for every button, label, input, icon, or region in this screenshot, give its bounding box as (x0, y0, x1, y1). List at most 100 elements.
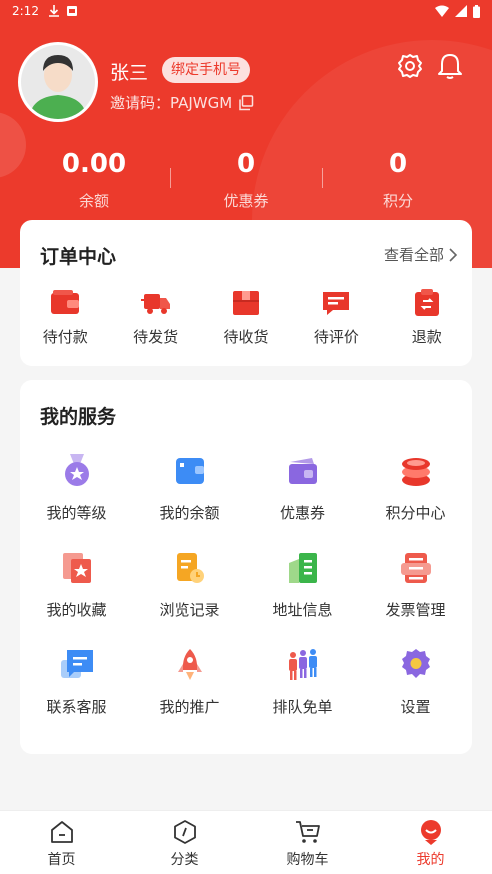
order-item-label: 待付款 (42, 328, 88, 346)
refund-icon (414, 289, 439, 316)
service-label: 地址信息 (272, 601, 333, 619)
wifi-icon (435, 5, 449, 17)
view-all-label: 查看全部 (383, 246, 444, 264)
service-points-center[interactable]: 积分中心 (359, 454, 472, 523)
comment-icon (323, 292, 350, 315)
chat-icon (60, 650, 93, 678)
battery-icon (473, 4, 480, 18)
order-pending-shipment[interactable]: 待发货 (110, 288, 200, 347)
notification-icon (66, 6, 77, 16)
invite-code-value: PAJWGM (170, 93, 233, 112)
invite-label: 邀请码： (110, 94, 171, 112)
order-pending-receipt[interactable]: 待收货 (201, 288, 291, 347)
service-label: 我的等级 (46, 504, 107, 522)
service-my-balance[interactable]: 我的余额 (133, 454, 246, 523)
signal-icon (455, 5, 467, 17)
medal-icon (64, 454, 89, 486)
service-invoice[interactable]: 发票管理 (359, 551, 472, 620)
service-label: 我的收藏 (46, 601, 107, 619)
invoice-icon (400, 553, 431, 583)
order-item-label: 待发货 (133, 328, 179, 346)
order-item-label: 待收货 (223, 328, 269, 346)
service-label: 优惠券 (279, 504, 325, 522)
coins-icon (401, 458, 430, 486)
avatar-image (21, 45, 95, 119)
wallet-icon (51, 290, 80, 314)
stat-value: 0.00 (61, 149, 127, 179)
order-item-label: 退款 (411, 328, 442, 346)
nav-profile[interactable]: 我的 (369, 811, 492, 874)
stats-row: 0.00 余额 0 优惠券 0 积分 (0, 146, 492, 211)
nav-category[interactable]: 分类 (123, 811, 246, 874)
settings-icon[interactable] (396, 52, 424, 80)
order-status-row: 待付款 待发货 待收货 待评价 退款 (20, 288, 472, 347)
address-icon (288, 553, 317, 583)
stat-balance[interactable]: 0.00 余额 (18, 146, 170, 211)
download-icon (48, 5, 59, 17)
truck-icon (140, 294, 170, 314)
service-settings[interactable]: 设置 (359, 648, 472, 717)
stat-divider (170, 168, 171, 188)
service-queue-free[interactable]: 排队免单 (246, 648, 359, 717)
nav-label: 分类 (170, 852, 199, 868)
service-label: 浏览记录 (159, 601, 220, 619)
services-grid: 我的等级 我的余额 优惠券 积分中心 我的收藏 浏览记录 地址信息 发票管理 联… (20, 454, 472, 717)
nav-label: 购物车 (286, 852, 329, 868)
service-customer-support[interactable]: 联系客服 (20, 648, 133, 717)
coupon-icon (288, 458, 317, 484)
stat-label: 优惠券 (223, 192, 269, 210)
balance-icon (175, 458, 204, 484)
stat-points[interactable]: 0 积分 (322, 146, 474, 211)
username: 张三 (110, 62, 149, 84)
order-pending-review[interactable]: 待评价 (291, 288, 381, 347)
service-label: 排队免单 (272, 698, 333, 716)
service-label: 联系客服 (46, 698, 107, 716)
box-icon (232, 291, 259, 315)
bind-phone-button[interactable]: 绑定手机号 (162, 57, 250, 83)
my-services-title: 我的服务 (40, 406, 117, 428)
cart-icon (295, 821, 320, 843)
bell-icon[interactable] (436, 52, 464, 80)
settings-gear-icon (401, 649, 430, 678)
nav-label: 我的 (416, 852, 445, 868)
order-pending-payment[interactable]: 待付款 (20, 288, 110, 347)
order-item-label: 待评价 (313, 328, 359, 346)
service-my-promotion[interactable]: 我的推广 (133, 648, 246, 717)
service-my-level[interactable]: 我的等级 (20, 454, 133, 523)
service-label: 我的推广 (159, 698, 220, 716)
order-center-card: 订单中心 查看全部 待付款 待发货 待收货 待评价 退款 (20, 220, 472, 366)
nav-label: 首页 (47, 852, 76, 868)
stat-label: 余额 (78, 192, 109, 210)
service-label: 发票管理 (385, 601, 446, 619)
service-label: 设置 (400, 698, 431, 716)
status-bar: 2:12 (0, 0, 492, 22)
stat-coupons[interactable]: 0 优惠券 (170, 146, 322, 211)
rocket-icon (177, 649, 202, 680)
copy-icon[interactable] (238, 94, 254, 111)
avatar[interactable] (18, 42, 98, 122)
service-address[interactable]: 地址信息 (246, 551, 359, 620)
order-center-title: 订单中心 (40, 246, 117, 268)
order-refund[interactable]: 退款 (382, 288, 472, 347)
service-label: 积分中心 (385, 504, 446, 522)
invite-code: 邀请码： PAJWGM (110, 92, 254, 113)
service-favorites[interactable]: 我的收藏 (20, 551, 133, 620)
category-icon (173, 820, 196, 844)
stat-value: 0 (388, 149, 408, 179)
view-all-orders-link[interactable]: 查看全部 (384, 244, 458, 265)
status-time: 2:12 (12, 4, 39, 18)
home-icon (50, 821, 73, 843)
stat-value: 0 (236, 149, 256, 179)
nav-cart[interactable]: 购物车 (246, 811, 369, 874)
favorites-icon (62, 553, 91, 583)
stat-label: 积分 (382, 192, 413, 210)
service-coupons[interactable]: 优惠券 (246, 454, 359, 523)
profile-icon (420, 820, 441, 845)
bottom-nav: 首页 分类 购物车 我的 (0, 810, 492, 874)
chevron-right-icon (449, 247, 458, 262)
queue-icon (288, 649, 317, 680)
history-icon (176, 553, 204, 583)
nav-home[interactable]: 首页 (0, 811, 123, 874)
stat-divider (322, 168, 323, 188)
service-browse-history[interactable]: 浏览记录 (133, 551, 246, 620)
